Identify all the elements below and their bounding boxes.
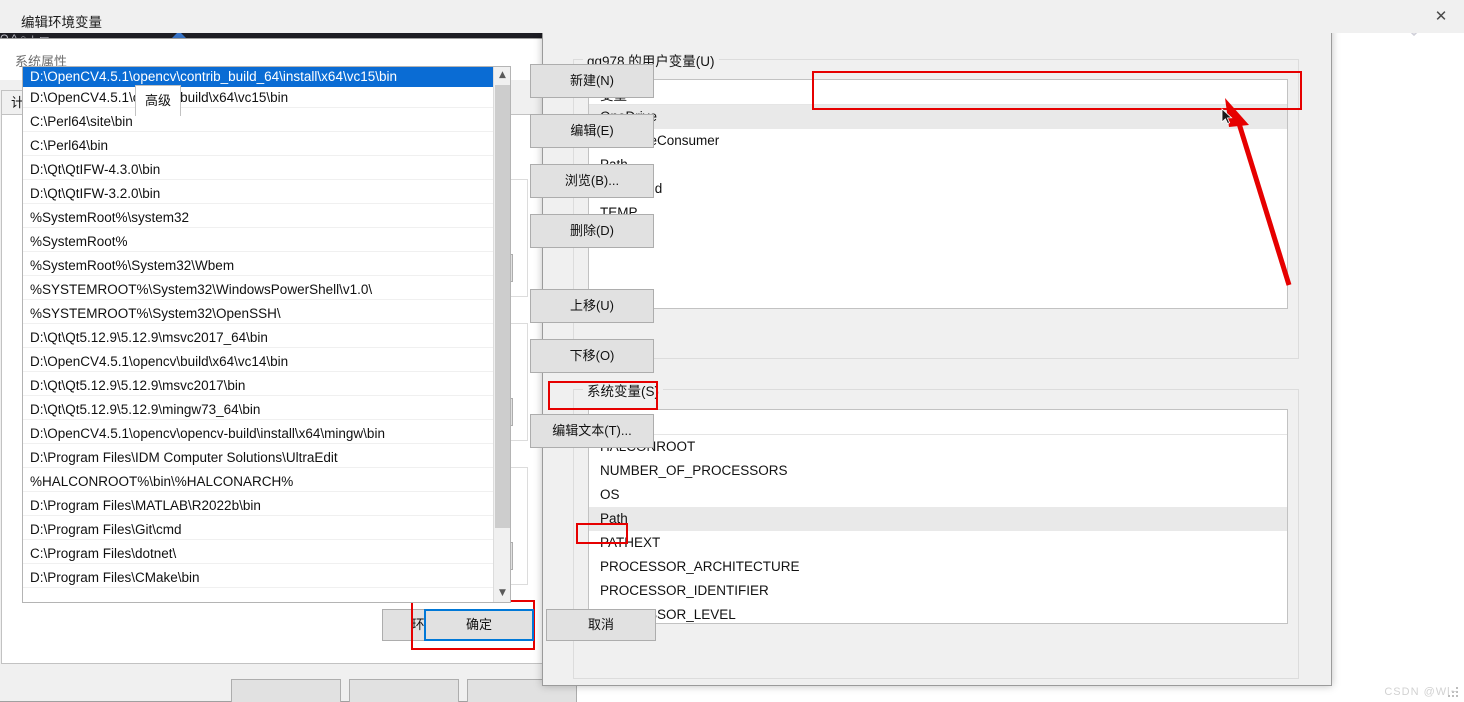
path-list-scrollbar[interactable]: ▲ ▼ (493, 67, 510, 602)
list-item[interactable]: QtMsBuild (589, 177, 1287, 201)
move-down-button[interactable]: 下移(O) (530, 339, 654, 373)
list-item[interactable]: OneDrive (589, 105, 1287, 129)
list-item[interactable]: D:\OpenCV4.5.1\opencv\contrib_build_64\i… (23, 67, 510, 87)
list-item[interactable]: D:\Qt\Qt5.12.9\5.12.9\msvc2017\bin (23, 376, 510, 396)
list-item[interactable]: NUMBER_OF_PROCESSORS (589, 459, 1287, 483)
list-item[interactable]: PROCESSOR_IDENTIFIER (589, 579, 1287, 603)
chevron-up-icon[interactable]: ▲ (494, 67, 510, 84)
list-item[interactable]: D:\Program Files\MATLAB\R2022b\bin (23, 496, 510, 516)
path-entries-list[interactable]: D:\OpenCV4.5.1\opencv\contrib_build_64\i… (22, 66, 511, 603)
list-item[interactable]: %SYSTEMROOT%\System32\WindowsPowerShell\… (23, 280, 510, 300)
tab-advanced[interactable]: 高级 (135, 85, 182, 116)
list-item[interactable]: Path (589, 507, 1287, 531)
new-button[interactable]: 新建(N) (530, 64, 654, 98)
list-item[interactable]: PROCESSOR_LEVEL (589, 603, 1287, 623)
list-item[interactable]: D:\OpenCV4.5.1\opencv\build\x64\vc14\bin (23, 352, 510, 372)
list-item[interactable]: PROCESSOR_ARCHITECTURE (589, 555, 1287, 579)
edit-env-titlebar: 编辑环境变量 ✕ (0, 0, 1464, 33)
list-item[interactable]: C:\Program Files\dotnet\ (23, 544, 510, 564)
list-item[interactable]: D:\Qt\Qt5.12.9\5.12.9\mingw73_64\bin (23, 400, 510, 420)
close-icon[interactable]: ✕ (1418, 0, 1464, 33)
screenshot-root: ( ) / _ | AD 刷 ~ Q ^ ○ + ▭ · · · ✕ 系统属性 … (0, 0, 1464, 702)
user-variables-list[interactable]: 变量 OneDrive OneDriveConsumer Path QtMsBu… (588, 79, 1288, 309)
sysprops-cancel-button[interactable] (349, 679, 459, 702)
list-item[interactable]: TMP (589, 225, 1287, 249)
edit-button[interactable]: 编辑(E) (530, 114, 654, 148)
list-item[interactable]: PATHEXT (589, 531, 1287, 555)
chevron-down-icon[interactable]: ▼ (494, 585, 510, 602)
list-item[interactable]: TEMP (589, 201, 1287, 225)
list-item[interactable]: D:\Qt\QtIFW-4.3.0\bin (23, 160, 510, 180)
system-variables-list[interactable]: 变量 HALCONROOT NUMBER_OF_PROCESSORS OS Pa… (588, 409, 1288, 624)
watermark: CSDN @Wl~ (1384, 686, 1458, 698)
cancel-button[interactable]: 取消 (546, 609, 656, 641)
list-item[interactable]: OneDriveConsumer (589, 129, 1287, 153)
list-item[interactable]: C:\Perl64\site\bin (23, 112, 510, 132)
list-item[interactable]: D:\Qt\Qt5.12.9\5.12.9\msvc2017_64\bin (23, 328, 510, 348)
list-item[interactable]: %SystemRoot%\System32\Wbem (23, 256, 510, 276)
list-item[interactable]: D:\OpenCV4.5.1\opencv\build\x64\vc15\bin (23, 88, 510, 108)
list-item[interactable]: %HALCONROOT%\bin\%HALCONARCH% (23, 472, 510, 492)
delete-button[interactable]: 删除(D) (530, 214, 654, 248)
list-item[interactable]: D:\Program Files\IDM Computer Solutions\… (23, 448, 510, 468)
list-item[interactable]: HALCONROOT (589, 435, 1287, 459)
system-variables-header: 变量 (589, 410, 1287, 435)
system-variables-group-label: 系统变量(S) (583, 380, 663, 400)
list-item[interactable]: OS (589, 483, 1287, 507)
list-item[interactable]: D:\Program Files\CMake\bin (23, 568, 510, 588)
browse-button[interactable]: 浏览(B)... (530, 164, 654, 198)
list-item[interactable]: %SYSTEMROOT%\System32\OpenSSH\ (23, 304, 510, 324)
ok-button[interactable]: 确定 (424, 609, 534, 641)
list-item[interactable]: D:\OpenCV4.5.1\opencv\opencv-build\insta… (23, 424, 510, 444)
list-item[interactable]: Path (589, 153, 1287, 177)
edit-text-button[interactable]: 编辑文本(T)... (530, 414, 654, 448)
list-item[interactable]: C:\Perl64\bin (23, 136, 510, 156)
environment-variables-dialog: 环境变量 ✕ qq978 的用户变量(U) 变量 OneDrive OneDri… (542, 0, 1332, 686)
move-up-button[interactable]: 上移(U) (530, 289, 654, 323)
scrollbar-thumb[interactable] (495, 85, 510, 528)
edit-env-title: 编辑环境变量 (21, 15, 102, 30)
list-item[interactable]: %SystemRoot% (23, 232, 510, 252)
list-item[interactable]: D:\Qt\QtIFW-3.2.0\bin (23, 184, 510, 204)
list-item[interactable]: D:\Program Files\Git\cmd (23, 520, 510, 540)
mouse-cursor-icon (1221, 108, 1233, 125)
sysprops-ok-button[interactable] (231, 679, 341, 702)
list-item[interactable]: %SystemRoot%\system32 (23, 208, 510, 228)
user-variables-header: 变量 (589, 80, 1287, 105)
